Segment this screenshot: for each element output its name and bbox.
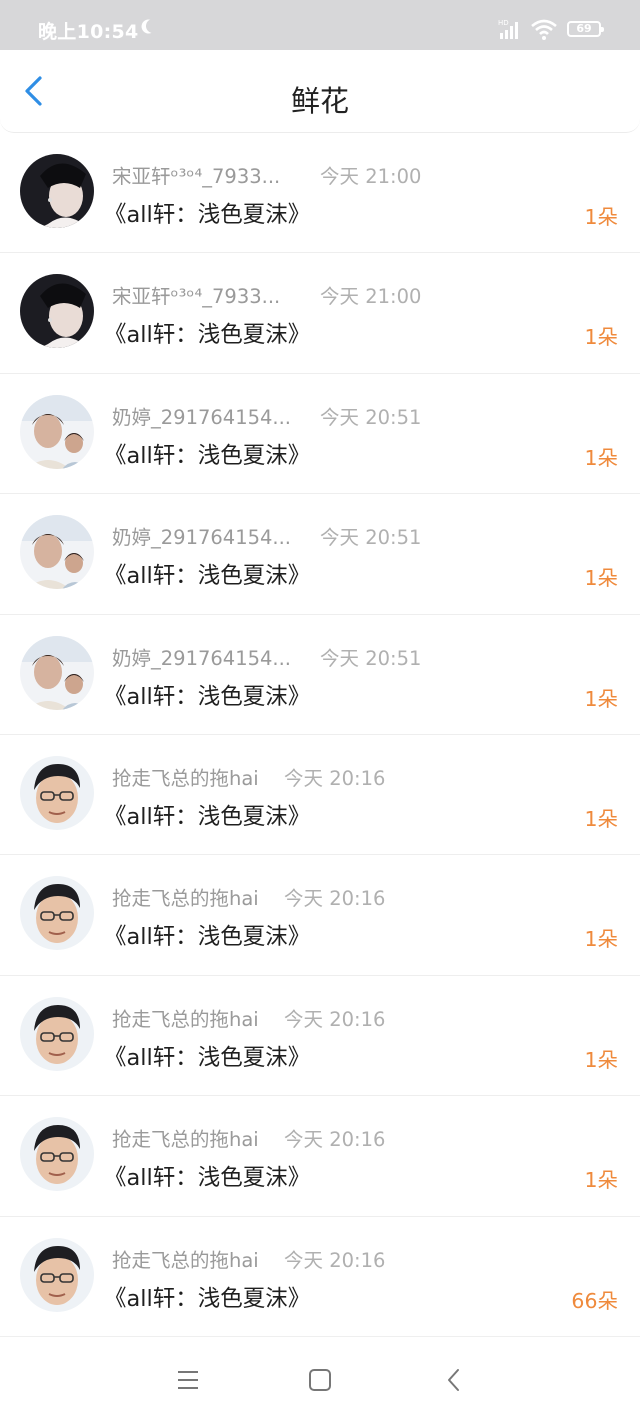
flower-count: 1朵: [584, 205, 618, 229]
home-square-icon[interactable]: [306, 1366, 334, 1394]
book-title: 《all轩：浅色夏沫》: [104, 1044, 311, 1071]
timestamp: 今天 20:51: [320, 646, 422, 670]
wifi-icon: [531, 19, 557, 40]
sender-name[interactable]: 抢走飞总的拖hai: [112, 1003, 259, 1032]
avatar[interactable]: [20, 154, 94, 228]
battery-icon: 69: [567, 21, 604, 37]
sender-name[interactable]: 抢走飞总的拖hai: [112, 1244, 259, 1273]
timestamp: 今天 21:00: [320, 285, 422, 309]
flower-count: 1朵: [584, 1047, 618, 1072]
list-item[interactable]: 抢走飞总的拖hai 今天 20:16 《all轩：浅色夏沫》 1朵: [0, 1096, 640, 1217]
timestamp: 今天 20:16: [284, 1007, 386, 1031]
list-item[interactable]: 抢走飞总的拖hai 今天 20:16 《all轩：浅色夏沫》 1朵: [0, 975, 640, 1097]
list-item[interactable]: 宋亚轩ᵒ³ᵒ⁴_7933... 今天 21:00 《all轩：浅色夏沫》 1朵: [0, 133, 640, 254]
flower-count: 1朵: [584, 927, 618, 952]
flower-count: 1朵: [584, 1168, 618, 1193]
list-item[interactable]: 抢走飞总的拖hai 今天 20:16 《all轩：浅色夏沫》 1朵: [0, 855, 640, 976]
menu-icon[interactable]: [174, 1366, 202, 1394]
list-item[interactable]: 抢走飞总的拖hai 今天 20:16 《all轩：浅色夏沫》 1朵: [0, 734, 640, 856]
status-bar: 晚上10:54 HD 69: [0, 0, 640, 50]
timestamp: 今天 21:00: [320, 165, 422, 188]
status-time: 晚上10:54: [38, 21, 139, 43]
sender-name[interactable]: 奶婷_291764154...: [112, 401, 291, 430]
avatar[interactable]: [20, 394, 94, 469]
flower-count: 1朵: [584, 325, 618, 350]
book-title: 《all轩：浅色夏沫》: [104, 563, 311, 590]
list-item[interactable]: 奶婷_291764154... 今天 20:51 《all轩：浅色夏沫》 1朵: [0, 614, 640, 735]
list-item[interactable]: 抢走飞总的拖hai 今天 20:16 《all轩：浅色夏沫》 66朵: [0, 1216, 640, 1337]
timestamp: 今天 20:51: [320, 526, 422, 550]
timestamp: 今天 20:16: [284, 887, 386, 911]
moon-icon: [144, 17, 162, 35]
book-title: 《all轩：浅色夏沫》: [104, 322, 311, 349]
avatar[interactable]: [20, 1117, 94, 1192]
flower-count: 1朵: [584, 806, 618, 831]
book-title: 《all轩：浅色夏沫》: [104, 202, 311, 228]
avatar[interactable]: [20, 876, 94, 951]
svg-text:HD: HD: [498, 19, 509, 27]
book-title: 《all轩：浅色夏沫》: [104, 803, 311, 830]
avatar[interactable]: [20, 996, 94, 1071]
avatar[interactable]: [20, 755, 94, 830]
list-item[interactable]: 奶婷_291764154... 今天 20:51 《all轩：浅色夏沫》 1朵: [0, 494, 640, 615]
list-item[interactable]: 奶婷_291764154... 今天 20:51 《all轩：浅色夏沫》 1朵: [0, 373, 640, 495]
flower-count: 1朵: [584, 566, 618, 591]
sender-name[interactable]: 抢走飞总的拖hai: [112, 1123, 259, 1152]
page-title: 鲜花: [290, 84, 349, 118]
avatar[interactable]: [20, 274, 94, 349]
list-item[interactable]: 宋亚轩ᵒ³ᵒ⁴_7933... 今天 21:00 《all轩：浅色夏沫》 1朵: [0, 253, 640, 374]
sender-name[interactable]: 抢走飞总的拖hai: [112, 762, 259, 791]
book-title: 《all轩：浅色夏沫》: [104, 442, 311, 469]
sender-name[interactable]: 宋亚轩ᵒ³ᵒ⁴_7933...: [112, 280, 280, 309]
book-title: 《all轩：浅色夏沫》: [104, 683, 311, 710]
avatar[interactable]: [20, 1237, 94, 1312]
timestamp: 今天 20:16: [284, 1248, 386, 1272]
sender-name[interactable]: 宋亚轩ᵒ³ᵒ⁴_7933...: [112, 160, 280, 189]
avatar[interactable]: [20, 515, 94, 590]
book-title: 《all轩：浅色夏沫》: [104, 1285, 311, 1312]
flower-count: 1朵: [584, 686, 618, 711]
back-triangle-icon[interactable]: [440, 1366, 468, 1394]
system-nav-bar: [0, 1336, 640, 1423]
sender-name[interactable]: 抢走飞总的拖hai: [112, 882, 259, 911]
flower-count: 66朵: [571, 1288, 618, 1313]
timestamp: 今天 20:16: [284, 766, 386, 790]
sender-name[interactable]: 奶婷_291764154...: [112, 642, 291, 671]
header: 鲜花: [0, 50, 640, 133]
hd-signal-icon: HD: [498, 19, 518, 39]
flower-count: 1朵: [584, 445, 618, 470]
book-title: 《all轩：浅色夏沫》: [104, 1165, 311, 1192]
book-title: 《all轩：浅色夏沫》: [104, 924, 311, 951]
timestamp: 今天 20:51: [320, 405, 422, 429]
avatar[interactable]: [20, 635, 94, 710]
flower-gift-list: 宋亚轩ᵒ³ᵒ⁴_7933... 今天 21:00 《all轩：浅色夏沫》 1朵 宋亚轩ᵒ…: [0, 133, 640, 1337]
sender-name[interactable]: 奶婷_291764154...: [112, 521, 291, 550]
timestamp: 今天 20:16: [284, 1128, 386, 1152]
